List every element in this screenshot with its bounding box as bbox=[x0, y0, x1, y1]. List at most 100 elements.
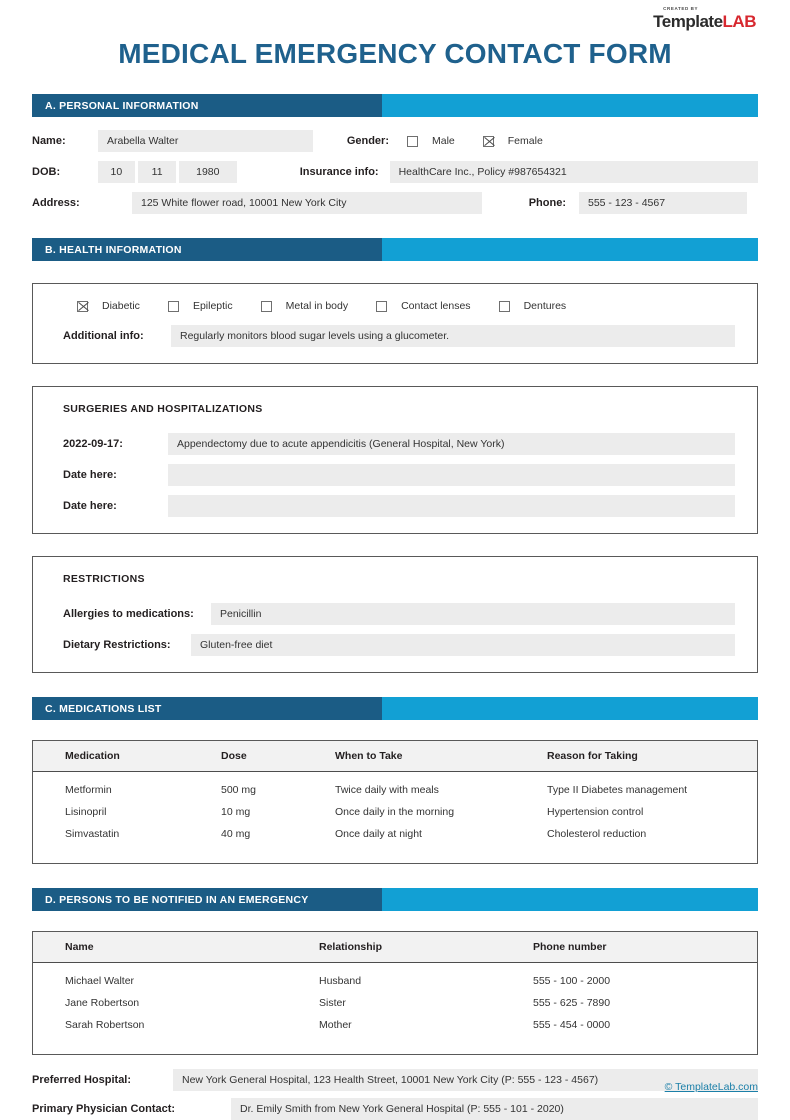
contacts-table-filler bbox=[33, 1036, 757, 1054]
page-title: MEDICAL EMERGENCY CONTACT FORM bbox=[118, 38, 672, 69]
surgery-description-field-1[interactable]: Appendectomy due to acute appendicitis (… bbox=[168, 433, 735, 455]
address-label: Address: bbox=[32, 197, 80, 209]
allergies-field[interactable]: Penicillin bbox=[211, 603, 735, 625]
medication-name: Lisinopril bbox=[65, 806, 107, 818]
surgery-row: 2022-09-17: Appendectomy due to acute ap… bbox=[63, 433, 735, 455]
table-row: Michael Walter Husband 555 - 100 - 2000 bbox=[33, 963, 757, 993]
surgery-description-field-2[interactable] bbox=[168, 464, 735, 486]
medications-header-reason: Reason for Taking bbox=[547, 741, 757, 772]
table-row: Sarah Robertson Mother 555 - 454 - 0000 bbox=[33, 1014, 757, 1036]
gender-female-label: Female bbox=[507, 135, 543, 147]
medications-header-when-to-take: When to Take bbox=[335, 741, 547, 772]
address-phone-row: Address: 125 White flower road, 10001 Ne… bbox=[32, 192, 758, 214]
contact-phone: 555 - 100 - 2000 bbox=[533, 975, 611, 987]
dob-label: DOB: bbox=[32, 166, 61, 178]
address-field[interactable]: 125 White flower road, 10001 New York Ci… bbox=[132, 192, 482, 214]
dob-month-field[interactable]: 11 bbox=[138, 161, 176, 183]
medications-table-filler bbox=[33, 845, 757, 863]
medication-reason: Cholesterol reduction bbox=[547, 828, 647, 840]
table-row: Simvastatin 40 mg Once daily at night Ch… bbox=[33, 823, 757, 845]
medications-header-medication: Medication bbox=[33, 741, 221, 772]
contacts-header-name: Name bbox=[33, 932, 319, 963]
surgery-date-label-2: Date here: bbox=[63, 469, 117, 481]
insurance-field[interactable]: HealthCare Inc., Policy #987654321 bbox=[389, 161, 759, 183]
condition-dentures-checkbox[interactable] bbox=[498, 300, 510, 312]
section-d-accent bbox=[382, 888, 758, 911]
personal-information-group: Name: Arabella Walter Gender: Male Femal… bbox=[32, 117, 759, 214]
table-row: Metformin 500 mg Twice daily with meals … bbox=[33, 772, 757, 802]
medications-header-dose: Dose bbox=[221, 741, 335, 772]
phone-label: Phone: bbox=[528, 197, 566, 209]
templatelab-footer-link[interactable]: © TemplateLab.com bbox=[665, 1081, 758, 1093]
medication-dose: 500 mg bbox=[221, 784, 257, 796]
medication-when: Once daily in the morning bbox=[335, 806, 455, 818]
medication-reason: Type II Diabetes management bbox=[547, 784, 688, 796]
primary-physician-label: Primary Physician Contact: bbox=[32, 1103, 176, 1115]
surgery-date-label-3: Date here: bbox=[63, 500, 117, 512]
surgery-row: Date here: bbox=[63, 495, 735, 517]
dob-year-field[interactable]: 1980 bbox=[179, 161, 237, 183]
section-b-accent bbox=[382, 238, 758, 261]
surgeries-title: SURGERIES AND HOSPITALIZATIONS bbox=[63, 403, 263, 415]
bottom-fields-group: Preferred Hospital: New York General Hos… bbox=[32, 1069, 758, 1120]
dob-day-field[interactable]: 10 bbox=[97, 161, 136, 183]
additional-info-row: Additional info: Regularly monitors bloo… bbox=[63, 325, 735, 347]
name-label: Name: bbox=[32, 135, 66, 147]
gender-male-label: Male bbox=[432, 135, 455, 147]
form-page: CREATED BY TemplateLAB MEDICAL EMERGENCY… bbox=[0, 0, 790, 1120]
contact-name: Sarah Robertson bbox=[65, 1019, 145, 1031]
condition-diabetic-checkbox[interactable] bbox=[77, 300, 88, 312]
table-header-row: Name Relationship Phone number bbox=[33, 932, 757, 963]
gender-male-checkbox[interactable] bbox=[407, 135, 418, 147]
conditions-checkbox-row: Diabetic Epileptic Metal in body Contact… bbox=[63, 300, 735, 312]
preferred-hospital-row: Preferred Hospital: New York General Hos… bbox=[32, 1069, 758, 1091]
dietary-label: Dietary Restrictions: bbox=[63, 639, 171, 651]
medication-name: Simvastatin bbox=[65, 828, 120, 840]
contacts-header-phone: Phone number bbox=[533, 932, 757, 963]
section-b-label: B. HEALTH INFORMATION bbox=[32, 238, 382, 261]
medication-name: Metformin bbox=[65, 784, 112, 796]
logo-template-text: Template bbox=[653, 11, 723, 31]
condition-metal-in-body-checkbox[interactable] bbox=[260, 300, 272, 312]
insurance-label: Insurance info: bbox=[299, 166, 379, 178]
surgery-description-field-3[interactable] bbox=[168, 495, 735, 517]
allergies-label: Allergies to medications: bbox=[63, 608, 194, 620]
gender-label: Gender: bbox=[346, 135, 389, 147]
medication-dose: 40 mg bbox=[221, 828, 251, 840]
section-d-label: D. PERSONS TO BE NOTIFIED IN AN EMERGENC… bbox=[32, 888, 382, 911]
templatelab-logo: CREATED BY TemplateLAB bbox=[653, 6, 756, 30]
contact-phone: 555 - 454 - 0000 bbox=[533, 1019, 611, 1031]
allergies-row: Allergies to medications: Penicillin bbox=[63, 603, 735, 625]
logo-lab-text: LAB bbox=[722, 11, 757, 31]
condition-contact-lenses-label: Contact lenses bbox=[401, 300, 471, 312]
contact-relationship: Sister bbox=[319, 997, 346, 1009]
contact-name: Jane Robertson bbox=[65, 997, 140, 1009]
medication-dose: 10 mg bbox=[221, 806, 251, 818]
medications-table-panel: Medication Dose When to Take Reason for … bbox=[32, 740, 758, 864]
section-c-label: C. MEDICATIONS LIST bbox=[32, 697, 382, 720]
contact-name: Michael Walter bbox=[65, 975, 135, 987]
name-field[interactable]: Arabella Walter bbox=[98, 130, 313, 152]
condition-contact-lenses-checkbox[interactable] bbox=[376, 300, 388, 312]
preferred-hospital-label: Preferred Hospital: bbox=[32, 1074, 132, 1086]
dietary-field[interactable]: Gluten-free diet bbox=[191, 634, 735, 656]
contact-phone: 555 - 625 - 7890 bbox=[533, 997, 611, 1009]
gender-female-checkbox[interactable] bbox=[482, 135, 494, 147]
medication-reason: Hypertension control bbox=[547, 806, 644, 818]
emergency-contacts-table-panel: Name Relationship Phone number Michael W… bbox=[32, 931, 758, 1055]
section-header-a: A. PERSONAL INFORMATION bbox=[32, 94, 758, 117]
logo-wordmark: TemplateLAB bbox=[653, 13, 756, 30]
phone-field[interactable]: 555 - 123 - 4567 bbox=[579, 192, 747, 214]
condition-epileptic-checkbox[interactable] bbox=[167, 300, 179, 312]
name-gender-row: Name: Arabella Walter Gender: Male Femal… bbox=[32, 130, 758, 152]
dietary-row: Dietary Restrictions: Gluten-free diet bbox=[63, 634, 735, 656]
additional-info-label: Additional info: bbox=[63, 330, 144, 342]
additional-info-field[interactable]: Regularly monitors blood sugar levels us… bbox=[171, 325, 735, 347]
section-header-b: B. HEALTH INFORMATION bbox=[32, 238, 758, 261]
section-c-accent bbox=[382, 697, 758, 720]
medication-when: Once daily at night bbox=[335, 828, 422, 840]
surgery-date-label-1: 2022-09-17: bbox=[63, 438, 123, 450]
condition-dentures-label: Dentures bbox=[523, 300, 567, 312]
restrictions-panel: RESTRICTIONS Allergies to medications: P… bbox=[32, 556, 758, 673]
contact-relationship: Husband bbox=[319, 975, 362, 987]
